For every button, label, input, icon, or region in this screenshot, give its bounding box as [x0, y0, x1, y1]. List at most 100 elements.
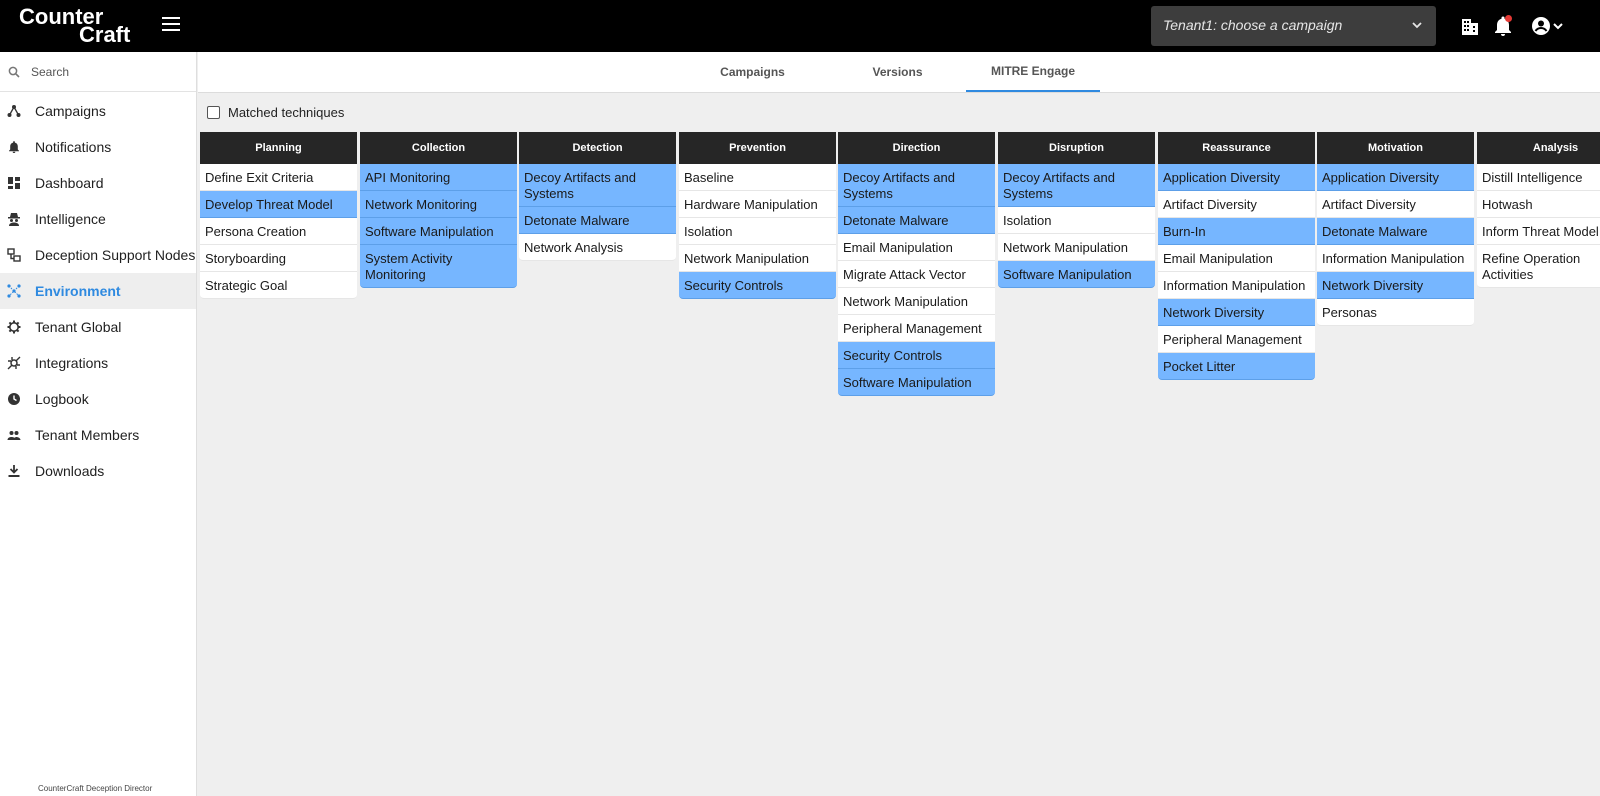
technique-cell[interactable]: Software Manipulation — [838, 369, 995, 396]
matrix-column: Disruption Decoy Artifacts and Systems Isol… — [998, 132, 1155, 288]
sidebar-item-label: Campaigns — [35, 103, 106, 119]
technique-cell[interactable]: Develop Threat Model — [200, 191, 357, 218]
sidebar-item-notifications[interactable]: Notifications — [0, 129, 196, 165]
technique-cell[interactable]: Network Diversity — [1317, 272, 1474, 299]
technique-cell[interactable]: Personas — [1317, 299, 1474, 326]
sidebar: Campaigns Notifications Dashboard Intell… — [0, 52, 197, 796]
sidebar-item-label: Tenant Global — [35, 319, 122, 335]
chevron-down-icon — [1412, 22, 1422, 29]
matrix-column: Reassurance Application Diversity Artifact… — [1158, 132, 1315, 380]
sidebar-item-label: Dashboard — [35, 175, 104, 191]
technique-cell[interactable]: Persona Creation — [200, 218, 357, 245]
technique-cell[interactable]: Pocket Litter — [1158, 353, 1315, 380]
matrix-column: Direction Decoy Artifacts and Systems Deton… — [838, 132, 995, 396]
technique-cell[interactable]: Artifact Diversity — [1317, 191, 1474, 218]
technique-cell[interactable]: Security Controls — [679, 272, 836, 299]
user-menu[interactable] — [1530, 14, 1564, 38]
technique-cell[interactable]: Strategic Goal — [200, 272, 357, 299]
technique-cell[interactable]: Decoy Artifacts and Systems — [519, 164, 676, 207]
technique-cell[interactable]: Software Manipulation — [360, 218, 517, 245]
technique-cell[interactable]: Baseline — [679, 164, 836, 191]
technique-label-line: Systems — [1003, 186, 1053, 201]
top-bar: Counter Craft Tenant1: choose a campaign — [0, 0, 1600, 52]
dashboard-icon — [8, 177, 20, 189]
technique-label-line: Decoy Artifacts and — [524, 170, 636, 185]
technique-cell[interactable]: Network Manipulation — [998, 234, 1155, 261]
notification-dot — [1505, 15, 1512, 22]
notifications-bell-icon[interactable] — [1491, 14, 1515, 38]
sidebar-item-tenant-members[interactable]: Tenant Members — [0, 417, 196, 453]
nodes-icon — [7, 248, 21, 262]
technique-cell[interactable]: Decoy Artifacts and Systems — [998, 164, 1155, 207]
technique-cell[interactable]: Peripheral Management — [1158, 326, 1315, 353]
menu-icon[interactable] — [162, 17, 180, 33]
matched-techniques-checkbox[interactable]: Matched techniques — [207, 105, 344, 120]
sidebar-item-label: Integrations — [35, 355, 109, 371]
technique-cell[interactable]: Detonate Malware — [519, 207, 676, 234]
technique-cell[interactable]: Isolation — [679, 218, 836, 245]
technique-cell[interactable]: Network Manipulation — [838, 288, 995, 315]
technique-cell[interactable]: Email Manipulation — [1158, 245, 1315, 272]
technique-cell[interactable]: Isolation — [998, 207, 1155, 234]
sidebar-item-integrations[interactable]: Integrations — [0, 345, 196, 381]
technique-cell[interactable]: Network Monitoring — [360, 191, 517, 218]
sidebar-item-label: Deception Support Nodes — [35, 247, 196, 263]
technique-cell[interactable]: Detonate Malware — [1317, 218, 1474, 245]
matrix-column-header: Direction — [838, 132, 995, 164]
technique-cell[interactable]: Define Exit Criteria — [200, 164, 357, 191]
technique-cell[interactable]: Burn-In — [1158, 218, 1315, 245]
technique-cell[interactable]: Decoy Artifacts and Systems — [838, 164, 995, 207]
mitre-engage-matrix: Planning Define Exit Criteria Develop Thre… — [200, 132, 1600, 796]
campaigns-icon — [7, 105, 21, 117]
sidebar-item-logbook[interactable]: Logbook — [0, 381, 196, 417]
tab-mitre-engage[interactable]: MITRE Engage — [966, 52, 1100, 92]
sidebar-item-intelligence[interactable]: Intelligence — [0, 201, 196, 237]
tab-versions[interactable]: Versions — [840, 52, 955, 92]
sidebar-search — [0, 52, 196, 92]
sidebar-item-downloads[interactable]: Downloads — [0, 453, 196, 489]
search-input[interactable] — [31, 64, 181, 79]
technique-cell[interactable]: Application Diversity — [1317, 164, 1474, 191]
technique-cell[interactable]: Information Manipulation — [1317, 245, 1474, 272]
matrix-column-header: Analysis — [1477, 132, 1600, 164]
sidebar-item-deception-support-nodes[interactable]: Deception Support Nodes — [0, 237, 196, 273]
technique-cell[interactable]: Inform Threat Model — [1477, 218, 1600, 245]
technique-cell[interactable]: Network Diversity — [1158, 299, 1315, 326]
technique-cell[interactable]: Hotwash — [1477, 191, 1600, 218]
technique-cell[interactable]: Email Manipulation — [838, 234, 995, 261]
campaign-select[interactable]: Tenant1: choose a campaign — [1151, 6, 1436, 46]
technique-cell[interactable]: Hardware Manipulation — [679, 191, 836, 218]
technique-cell[interactable]: Detonate Malware — [838, 207, 995, 234]
sidebar-item-label: Notifications — [35, 139, 112, 155]
sidebar-item-tenant-global[interactable]: Tenant Global — [0, 309, 196, 345]
sidebar-item-environment[interactable]: Environment — [0, 273, 196, 309]
sidebar-nav: Campaigns Notifications Dashboard Intell… — [0, 93, 196, 489]
technique-cell[interactable]: Artifact Diversity — [1158, 191, 1315, 218]
tab-campaigns[interactable]: Campaigns — [695, 52, 810, 92]
technique-cell[interactable]: Peripheral Management — [838, 315, 995, 342]
checkbox-box[interactable] — [207, 106, 220, 119]
sidebar-item-label: Downloads — [35, 463, 105, 479]
technique-cell[interactable]: Information Manipulation — [1158, 272, 1315, 299]
technique-cell[interactable]: Refine Operation Activities — [1477, 245, 1600, 288]
technique-cell[interactable]: Software Manipulation — [998, 261, 1155, 288]
technique-cell[interactable]: API Monitoring — [360, 164, 517, 191]
technique-cell[interactable]: Network Manipulation — [679, 245, 836, 272]
sidebar-item-dashboard[interactable]: Dashboard — [0, 165, 196, 201]
technique-cell[interactable]: Migrate Attack Vector — [838, 261, 995, 288]
sidebar-item-campaigns[interactable]: Campaigns — [0, 93, 196, 129]
technique-cell[interactable]: Storyboarding — [200, 245, 357, 272]
countercraft-logo[interactable]: Counter Craft — [19, 6, 147, 46]
people-icon — [7, 431, 21, 440]
gear-icon — [7, 320, 21, 334]
technique-cell[interactable]: System Activity Monitoring — [360, 245, 517, 288]
building-icon[interactable] — [1458, 14, 1482, 38]
technique-cell[interactable]: Security Controls — [838, 342, 995, 369]
technique-cell[interactable]: Network Analysis — [519, 234, 676, 261]
matrix-column-header: Planning — [200, 132, 357, 164]
sidebar-item-label: Intelligence — [35, 211, 106, 227]
technique-cell[interactable]: Application Diversity — [1158, 164, 1315, 191]
technique-cell[interactable]: Distill Intelligence — [1477, 164, 1600, 191]
matrix-column-header: Motivation — [1317, 132, 1474, 164]
matrix-column-header: Reassurance — [1158, 132, 1315, 164]
